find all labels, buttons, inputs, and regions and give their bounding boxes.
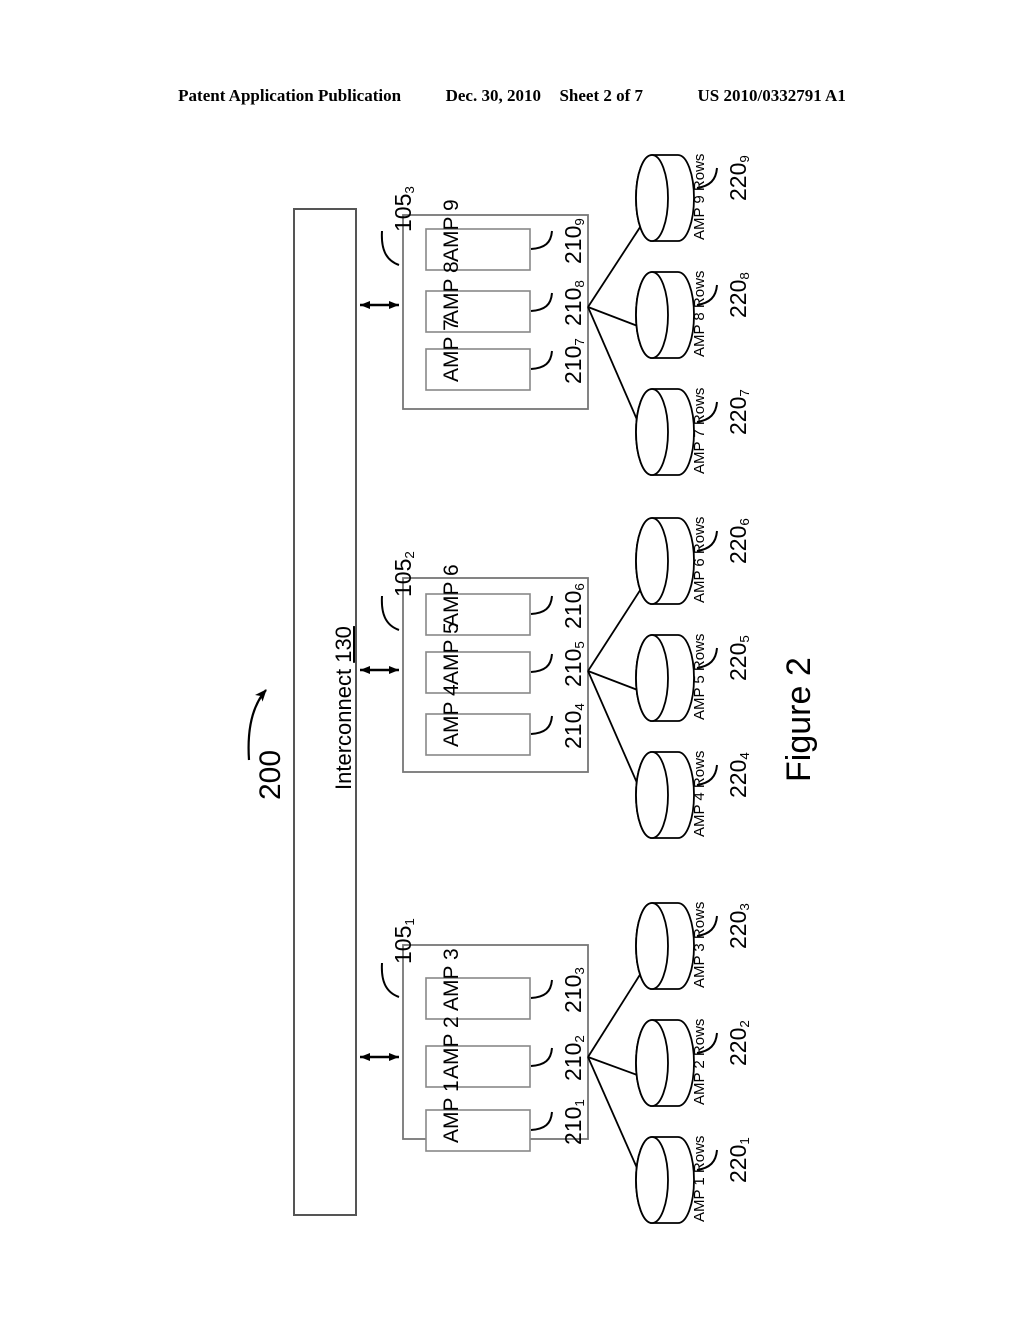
- cluster-ref-leader-3: [380, 230, 400, 266]
- datastore-cylinder-7: [635, 388, 695, 476]
- datastore-label-9: AMP 9 Rows: [691, 153, 708, 240]
- datastore-label-8: AMP 8 Rows: [691, 270, 708, 357]
- datastore-cylinder-1: [635, 1136, 695, 1224]
- amp-ref-label-6: 2106: [560, 583, 587, 629]
- amp-label-2: AMP 2: [440, 1016, 463, 1079]
- interconnect-name: Interconnect: [331, 668, 356, 790]
- amp-label-4: AMP 4: [440, 684, 463, 747]
- amp-ref-label-1: 2101: [560, 1099, 587, 1145]
- amp-ref-label-7: 2107: [560, 338, 587, 384]
- cluster-ref-leader-1: [380, 962, 400, 998]
- datastore-ref-label-3: 2203: [725, 903, 752, 949]
- datastore-cylinder-6: [635, 517, 695, 605]
- amp-label-7: AMP 7: [440, 319, 463, 382]
- amp-ref-label-4: 2104: [560, 703, 587, 749]
- amp-label-8: AMP 8: [440, 261, 463, 324]
- datastore-ref-label-2: 2202: [725, 1020, 752, 1066]
- interconnect-ref: 130: [331, 626, 356, 663]
- datastore-label-4: AMP 4 Rows: [691, 750, 708, 837]
- cluster-ref-label-2: 1052: [390, 551, 417, 597]
- cluster-ref-label-3: 1053: [390, 186, 417, 232]
- cluster-ref-leader-2: [380, 595, 400, 631]
- amp-ref-label-8: 2108: [560, 280, 587, 326]
- figure-vector-layer: [247, 154, 718, 1224]
- datastore-label-3: AMP 3 Rows: [691, 901, 708, 988]
- amp-label-3: AMP 3: [440, 948, 463, 1011]
- amp-ref-label-2: 2102: [560, 1035, 587, 1081]
- datastore-ref-label-6: 2206: [725, 518, 752, 564]
- datastore-cylinder-5: [635, 634, 695, 722]
- datastore-label-5: AMP 5 Rows: [691, 633, 708, 720]
- datastore-cylinder-2: [635, 1019, 695, 1107]
- datastore-ref-label-1: 2201: [725, 1137, 752, 1183]
- datastore-ref-label-9: 2209: [725, 155, 752, 201]
- datastore-label-1: AMP 1 Rows: [691, 1135, 708, 1222]
- amp-ref-label-3: 2103: [560, 967, 587, 1013]
- figure-title: Figure 2: [780, 657, 818, 782]
- datastore-cylinder-3: [635, 902, 695, 990]
- datastore-ref-label-5: 2205: [725, 635, 752, 681]
- amp-label-6: AMP 6: [440, 564, 463, 627]
- amp-label-1: AMP 1: [440, 1080, 463, 1143]
- datastore-label-2: AMP 2 Rows: [691, 1018, 708, 1105]
- amp-ref-label-5: 2105: [560, 641, 587, 687]
- datastore-ref-label-8: 2208: [725, 272, 752, 318]
- datastore-cylinder-9: [635, 154, 695, 242]
- patent-figure-2: 200 Interconnect 130 Figure 2 1053 AMP 9…: [0, 0, 1024, 1320]
- datastore-cylinder-8: [635, 271, 695, 359]
- cluster-ref-label-1: 1051: [390, 918, 417, 964]
- system-reference-200: 200: [254, 749, 287, 800]
- datastore-ref-label-7: 2207: [725, 389, 752, 435]
- datastore-ref-label-4: 2204: [725, 752, 752, 798]
- datastore-cylinder-4: [635, 751, 695, 839]
- interconnect-label: Interconnect 130: [331, 626, 356, 790]
- amp-label-5: AMP 5: [440, 622, 463, 685]
- datastore-label-7: AMP 7 Rows: [691, 387, 708, 474]
- amp-label-9: AMP 9: [440, 199, 463, 262]
- amp-ref-label-9: 2109: [560, 218, 587, 264]
- datastore-label-6: AMP 6 Rows: [691, 516, 708, 603]
